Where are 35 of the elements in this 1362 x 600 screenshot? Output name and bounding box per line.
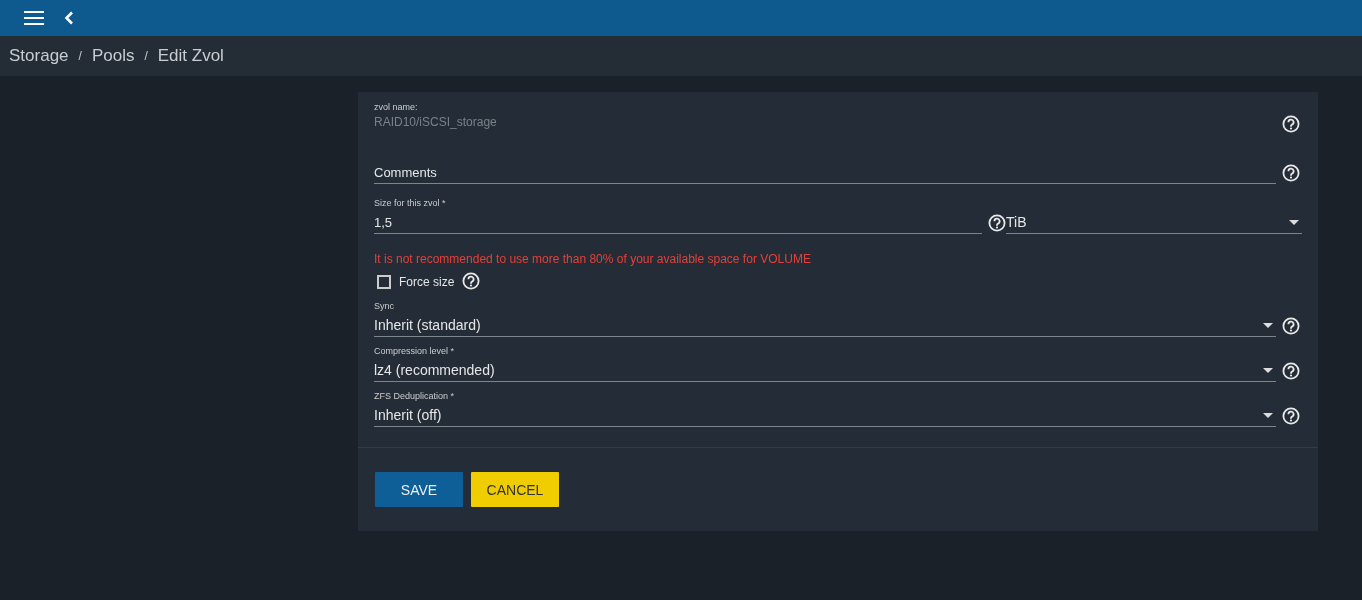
save-button[interactable]: SAVE: [375, 472, 463, 507]
dropdown-caret-icon[interactable]: [1263, 322, 1273, 328]
help-icon[interactable]: [1282, 115, 1300, 133]
breadcrumb-link[interactable]: Storage: [9, 46, 69, 66]
help-icon[interactable]: [1282, 362, 1300, 380]
back-icon[interactable]: [64, 11, 74, 25]
cancel-button[interactable]: CANCEL: [471, 472, 559, 507]
comments-field[interactable]: Comments: [374, 161, 1276, 184]
dropdown-field[interactable]: lz4 (recommended): [374, 359, 1276, 382]
warning-message: It is not recommended to use more than 80% of your available space for VOLUME: [374, 252, 812, 266]
menu-icon[interactable]: [24, 11, 44, 25]
help-icon[interactable]: [1282, 164, 1300, 182]
breadcrumb-link[interactable]: Pools: [91, 46, 135, 66]
dropdown-field[interactable]: Inherit (standard): [374, 314, 1276, 337]
help-icon[interactable]: [1282, 407, 1300, 425]
checkbox[interactable]: [377, 275, 391, 289]
field-label: Size for this zvol *: [374, 198, 447, 208]
field-label: ZFS Deduplication *: [374, 391, 456, 401]
field-label: Sync: [374, 301, 395, 311]
breadcrumb-link[interactable]: Edit Zvol: [157, 46, 224, 66]
help-icon[interactable]: [1282, 317, 1300, 335]
field-label: zvol name:: [374, 102, 419, 112]
size-field[interactable]: 1,5: [374, 211, 982, 234]
dropdown-caret-icon[interactable]: [1263, 367, 1273, 373]
dropdown-caret-icon[interactable]: [1263, 412, 1273, 418]
dropdown-field[interactable]: Inherit (off): [374, 404, 1276, 427]
breadcrumb-separator: /: [78, 49, 82, 63]
dropdown-caret-icon[interactable]: [1289, 219, 1299, 225]
field-label: Compression level *: [374, 346, 456, 356]
checkbox-label: Force size: [399, 275, 455, 289]
zvol-name-field: RAID10/iSCSI_storage: [374, 115, 1276, 135]
breadcrumb-separator: /: [144, 49, 148, 63]
help-icon[interactable]: [462, 272, 481, 290]
unit-dropdown[interactable]: TiB: [1006, 211, 1302, 234]
help-icon[interactable]: [988, 214, 1006, 232]
